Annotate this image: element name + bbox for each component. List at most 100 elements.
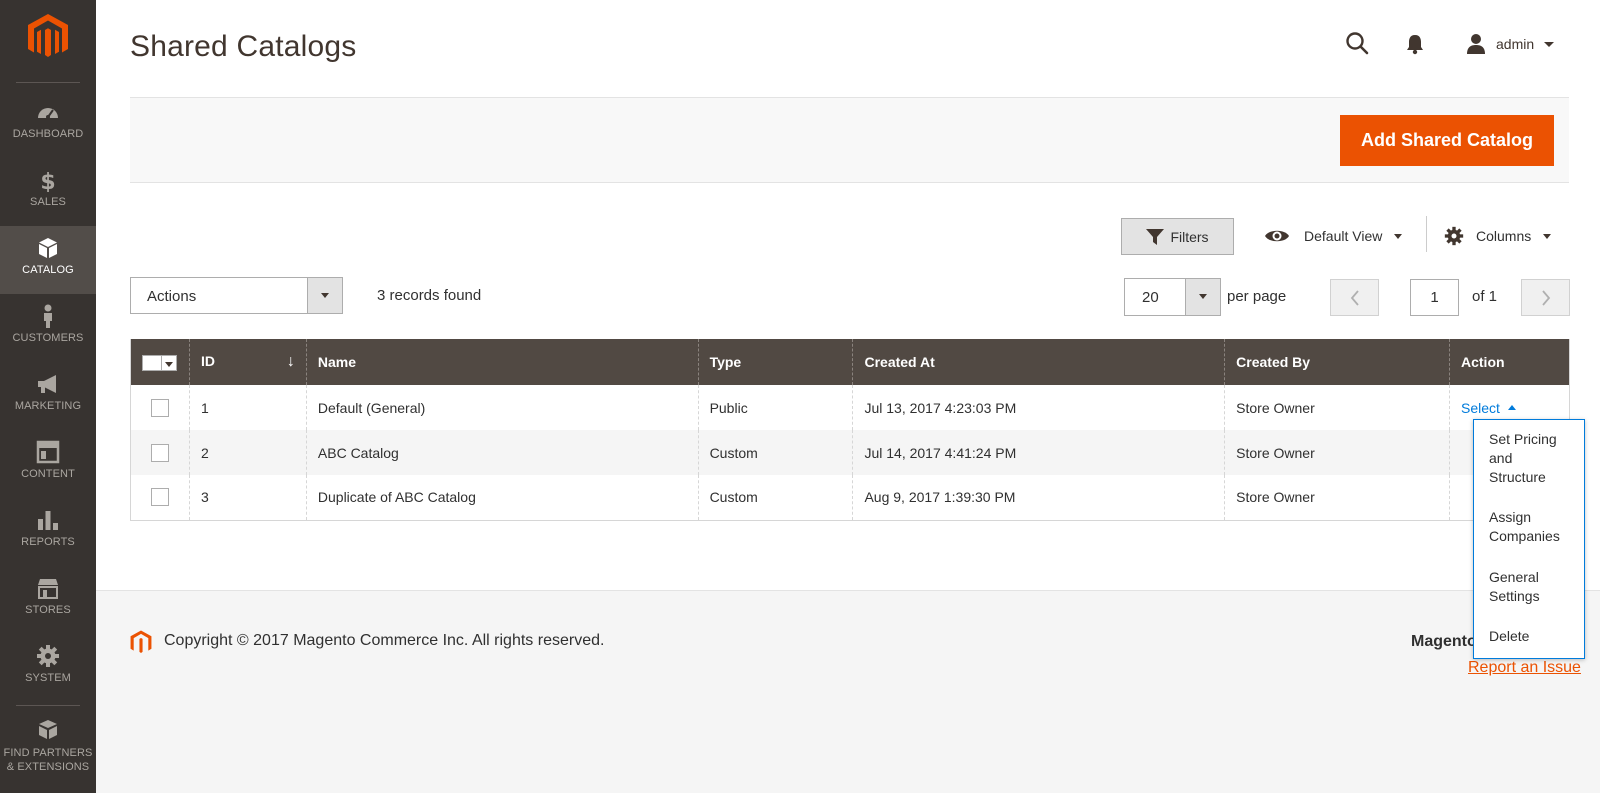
bell-icon[interactable] — [1405, 33, 1425, 55]
sidebar-item-label: SYSTEM — [25, 672, 71, 684]
gear-icon — [37, 645, 59, 667]
view-label: Default View — [1304, 228, 1383, 244]
person-icon — [44, 304, 52, 328]
select-all-checkbox[interactable] — [142, 355, 162, 371]
chevron-right-icon — [1541, 289, 1550, 306]
menu-item-label: General — [1489, 569, 1539, 585]
search-icon[interactable] — [1345, 31, 1369, 55]
sidebar-item-label: CATALOG — [22, 264, 74, 276]
row-checkbox[interactable] — [151, 488, 169, 507]
add-shared-catalog-button[interactable]: Add Shared Catalog — [1340, 115, 1554, 166]
cell-created-at: Jul 13, 2017 4:23:03 PM — [852, 385, 1225, 430]
chevron-up-icon — [1507, 405, 1516, 411]
row-checkbox[interactable] — [151, 398, 169, 417]
action-select-link[interactable]: Select — [1461, 400, 1516, 416]
cell-name: Default (General) — [305, 385, 699, 430]
sidebar: DASHBOARD $ SALES CATALOG CUSTOMERS MARK… — [0, 0, 96, 793]
sidebar-item-customers[interactable]: CUSTOMERS — [0, 294, 96, 362]
menu-item-label: and — [1489, 450, 1513, 466]
filter-icon — [1146, 228, 1165, 245]
toolbar-divider — [1426, 216, 1427, 252]
sidebar-item-system[interactable]: SYSTEM — [0, 634, 96, 702]
gear-icon — [1444, 226, 1464, 246]
sidebar-item-sales[interactable]: $ SALES — [0, 158, 96, 226]
page-number-input[interactable]: 1 — [1410, 279, 1459, 316]
eye-icon — [1265, 230, 1289, 242]
sidebar-item-label: CUSTOMERS — [12, 332, 84, 344]
view-switcher[interactable]: Default View — [1264, 222, 1403, 250]
sidebar-divider — [16, 82, 80, 83]
column-header-type[interactable]: Type — [697, 339, 853, 385]
select-all-header[interactable] — [130, 339, 190, 385]
bar-chart-icon — [38, 511, 58, 530]
chevron-left-icon — [1350, 289, 1359, 306]
megaphone-icon — [38, 375, 56, 393]
chevron-down-icon — [1185, 279, 1220, 315]
sidebar-item-find-partners[interactable]: FIND PARTNERS & EXTENSIONS — [0, 708, 96, 788]
sort-arrow-icon: ↓ — [286, 353, 295, 370]
mass-actions-select[interactable]: Actions — [130, 277, 343, 314]
sidebar-item-dashboard[interactable]: DASHBOARD — [0, 90, 96, 158]
menu-item-general-settings[interactable]: General Settings — [1489, 568, 1579, 606]
copyright-text: Copyright © 2017 Magento Commerce Inc. A… — [164, 632, 605, 649]
sidebar-item-marketing[interactable]: MARKETING — [0, 362, 96, 430]
report-issue-link[interactable]: Report an Issue — [1468, 659, 1581, 677]
chevron-down-icon — [1544, 41, 1555, 47]
columns-switcher[interactable]: Columns — [1444, 222, 1552, 250]
next-page-button[interactable] — [1521, 279, 1570, 316]
mass-actions-label: Actions — [147, 288, 197, 305]
sidebar-item-label: FIND PARTNERS & EXTENSIONS — [0, 746, 96, 774]
chevron-down-icon[interactable] — [162, 355, 177, 371]
cell-created-by: Store Owner — [1224, 430, 1450, 475]
menu-item-label: Structure — [1489, 469, 1546, 485]
filters-label: Filters — [1170, 228, 1209, 245]
sidebar-item-catalog[interactable]: CATALOG — [0, 226, 96, 294]
records-found: 3 records found — [377, 287, 482, 304]
cell-id: 1 — [188, 385, 307, 430]
sidebar-item-label: CONTENT — [21, 468, 75, 480]
cell-name: Duplicate of ABC Catalog — [305, 475, 699, 520]
column-header-name[interactable]: Name — [305, 339, 699, 385]
table-row: 3 Duplicate of ABC Catalog Custom Aug 9,… — [131, 475, 1570, 520]
cell-type: Custom — [697, 475, 853, 520]
cell-created-by: Store Owner — [1224, 475, 1450, 520]
cubes-icon — [39, 720, 57, 739]
cell-created-at: Jul 14, 2017 4:41:24 PM — [852, 430, 1225, 475]
table-row: 2 ABC Catalog Custom Jul 14, 2017 4:41:2… — [130, 430, 1570, 475]
cell-created-by: Store Owner — [1224, 385, 1450, 430]
sidebar-item-reports[interactable]: REPORTS — [0, 498, 96, 566]
row-checkbox[interactable] — [151, 443, 169, 462]
chevron-down-icon — [1543, 233, 1552, 239]
per-page-value: 20 — [1142, 289, 1159, 306]
layout-icon — [36, 440, 60, 464]
sidebar-item-label-line: & EXTENSIONS — [6, 761, 90, 773]
sidebar-item-label-line: FIND PARTNERS — [3, 747, 93, 759]
menu-item-label: Assign — [1489, 509, 1532, 525]
menu-item-label: Settings — [1489, 588, 1540, 604]
table-row: 1 Default (General) Public Jul 13, 2017 … — [131, 385, 1570, 430]
sidebar-item-content[interactable]: CONTENT — [0, 430, 96, 498]
filters-button[interactable]: Filters — [1121, 218, 1234, 255]
box-icon — [39, 238, 57, 258]
sidebar-item-label: REPORTS — [21, 536, 75, 548]
menu-item-delete[interactable]: Delete — [1489, 627, 1579, 646]
cell-created-at: Aug 9, 2017 1:39:30 PM — [852, 475, 1225, 520]
svg-text:$: $ — [40, 170, 55, 192]
sidebar-item-stores[interactable]: STORES — [0, 566, 96, 634]
sidebar-item-label: DASHBOARD — [12, 128, 84, 140]
magento-logo — [130, 630, 152, 653]
column-header-created-by[interactable]: Created By — [1224, 339, 1450, 385]
menu-item-assign-companies[interactable]: Assign Companies — [1489, 508, 1579, 546]
page-total: of 1 — [1472, 288, 1498, 305]
admin-user-menu[interactable]: admin — [1466, 32, 1555, 56]
action-dropdown-menu: Set Pricing and Structure Assign Compani… — [1473, 419, 1585, 659]
magento-logo[interactable] — [27, 13, 69, 59]
column-header-created-at[interactable]: Created At — [852, 339, 1225, 385]
sidebar-divider — [16, 705, 80, 706]
cell-type: Public — [697, 385, 853, 430]
prev-page-button[interactable] — [1330, 279, 1379, 316]
per-page-select[interactable]: 20 — [1124, 278, 1221, 316]
column-header-id[interactable]: ID ↓ — [188, 339, 307, 385]
menu-item-set-pricing[interactable]: Set Pricing and Structure — [1489, 430, 1579, 487]
dollar-icon: $ — [40, 170, 55, 192]
